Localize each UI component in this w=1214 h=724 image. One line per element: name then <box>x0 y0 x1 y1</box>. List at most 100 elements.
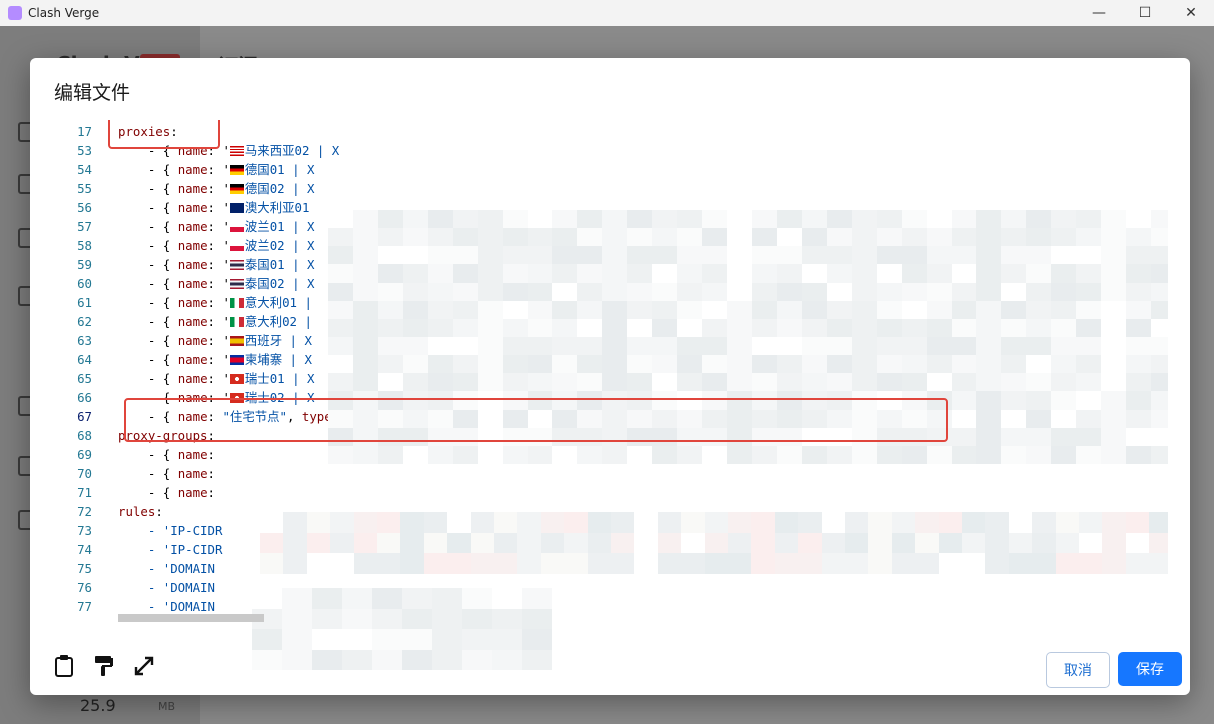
flag-my-icon <box>229 146 244 156</box>
flag-th-icon <box>229 260 244 270</box>
yaml-key: name <box>177 162 208 177</box>
line-code: - { name: <box>118 485 215 500</box>
proxy-name: 西班牙 <box>244 333 283 348</box>
proxy-name: 泰国02 <box>244 276 285 291</box>
rule-entry: - 'DOMAIN <box>118 561 215 576</box>
flag-kh-icon <box>229 355 244 365</box>
yaml-key: name <box>177 295 208 310</box>
line-number: 56 <box>77 200 92 215</box>
line-code: - { name: ' 波兰02 | X <box>118 238 315 253</box>
flag-au-icon <box>229 203 244 213</box>
line-code: - { name: ' 澳大利亚01 <box>118 200 310 215</box>
proxy-name: 瑞士01 <box>244 371 285 386</box>
flag-it-icon <box>229 317 244 327</box>
line-number: 74 <box>77 542 92 557</box>
traffic-value: 25.9 <box>80 696 116 715</box>
flag-de-icon <box>229 184 244 194</box>
line-code: - 'DOMAIN <box>118 559 215 578</box>
yaml-key: name <box>177 466 208 481</box>
line-code: - { name: <box>118 466 215 481</box>
line-number: 58 <box>77 238 92 253</box>
line-code: rules: <box>118 504 163 519</box>
line-number: 61 <box>77 295 92 310</box>
editor-horizontal-scrollbar[interactable] <box>118 614 264 622</box>
code-line: 54 - { name: ' 德国01 | X <box>66 160 1166 179</box>
redacted-rules-block <box>252 588 552 670</box>
expand-icon[interactable] <box>132 654 156 678</box>
proxy-name: 泰国01 <box>244 257 285 272</box>
line-number: 57 <box>77 219 92 234</box>
proxy-name: 意大利02 <box>244 314 298 329</box>
line-code: - { name: ' 瑞士01 | X <box>118 371 315 386</box>
line-number: 76 <box>77 580 92 595</box>
highlight-proxies-box <box>108 120 220 149</box>
code-line: 76 - 'DOMAIN <box>66 578 1166 597</box>
line-number: 60 <box>77 276 92 291</box>
line-code: - { name: ' 西班牙 | X <box>118 333 312 348</box>
flag-th-icon <box>229 279 244 289</box>
line-number: 64 <box>77 352 92 367</box>
window-titlebar: Clash Verge — ☐ ✕ <box>0 0 1214 26</box>
line-number: 17 <box>77 124 92 139</box>
clipboard-icon[interactable] <box>52 654 76 678</box>
line-number: 67 <box>77 409 92 424</box>
line-number: 62 <box>77 314 92 329</box>
flag-de-icon <box>229 165 244 175</box>
line-number: 68 <box>77 428 92 443</box>
yaml-key: name <box>177 333 208 348</box>
yaml-key: name <box>177 238 208 253</box>
line-code: - { name: ' 意大利01 | <box>118 295 312 310</box>
flag-ch-icon <box>229 374 244 384</box>
rule-entry: - 'DOMAIN <box>118 580 215 595</box>
flag-it-icon <box>229 298 244 308</box>
line-number: 63 <box>77 333 92 348</box>
line-code: - { name: ' 波兰01 | X <box>118 219 315 234</box>
line-code: - { name: ' 德国01 | X <box>118 162 315 177</box>
yaml-key: name <box>177 371 208 386</box>
line-number: 66 <box>77 390 92 405</box>
line-number: 72 <box>77 504 92 519</box>
code-line: 53 - { name: ' 马来西亚02 | X <box>66 141 1166 160</box>
dialog-title: 编辑文件 <box>54 82 131 104</box>
cancel-button[interactable]: 取消 <box>1046 652 1110 688</box>
flag-pl-icon <box>229 222 244 232</box>
line-number: 54 <box>77 162 92 177</box>
minimize-button[interactable]: — <box>1076 0 1122 26</box>
yaml-key: name <box>177 485 208 500</box>
rule-entry: - 'DOMAIN <box>118 599 215 614</box>
line-number: 53 <box>77 143 92 158</box>
save-button[interactable]: 保存 <box>1118 652 1182 686</box>
code-editor[interactable]: 17 proxies: 53 - { name: ' 马来西亚02 | X 54 - {… <box>66 120 1168 676</box>
yaml-key: name <box>177 447 208 462</box>
line-code: - { name: ' 意大利02 | <box>118 314 312 329</box>
redacted-groups-block <box>260 512 1168 574</box>
window-title: Clash Verge <box>28 6 100 20</box>
rule-entry: - 'IP-CIDR <box>118 542 223 557</box>
proxy-name: 德国01 <box>244 162 285 177</box>
line-code: - { name: ' 泰国01 | X <box>118 257 315 272</box>
line-number: 65 <box>77 371 92 386</box>
flag-es-icon <box>229 336 244 346</box>
proxy-name: 意大利01 <box>244 295 298 310</box>
line-number: 55 <box>77 181 92 196</box>
line-code: - 'IP-CIDR <box>118 540 223 559</box>
code-line: 17 proxies: <box>66 122 1166 141</box>
code-line: 55 - { name: ' 德国02 | X <box>66 179 1166 198</box>
line-code: - { name: ' 德国02 | X <box>118 181 315 196</box>
line-code: - 'IP-CIDR <box>118 521 223 540</box>
yaml-key: name <box>177 352 208 367</box>
maximize-button[interactable]: ☐ <box>1122 0 1168 26</box>
line-number: 77 <box>77 599 92 614</box>
proxy-name: 马来西亚02 <box>244 143 310 158</box>
edit-file-dialog: 编辑文件 17 proxies: 53 - { name: ' 马来西亚02 | X5… <box>30 58 1190 695</box>
yaml-key: name <box>177 219 208 234</box>
line-number: 73 <box>77 523 92 538</box>
line-code: - { name: ' 泰国02 | X <box>118 276 315 291</box>
proxy-name: 波兰01 <box>244 219 285 234</box>
close-window-button[interactable]: ✕ <box>1168 0 1214 26</box>
proxy-name: 柬埔寨 <box>244 352 283 367</box>
yaml-key: name <box>177 181 208 196</box>
code-line: 70 - { name: <box>66 464 1166 483</box>
line-number: 71 <box>77 485 92 500</box>
format-paint-icon[interactable] <box>92 654 116 678</box>
